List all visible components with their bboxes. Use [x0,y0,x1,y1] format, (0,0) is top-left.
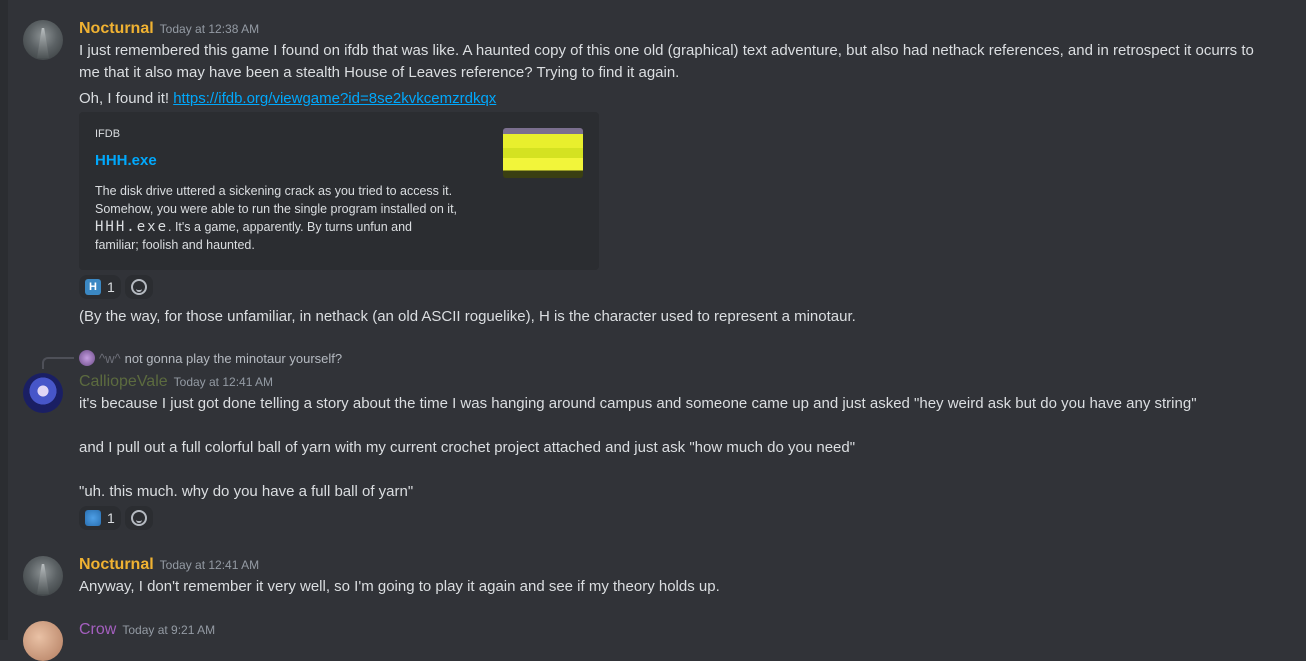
add-reaction-button[interactable] [124,275,153,299]
timestamp: Today at 12:41 AM [173,375,274,389]
timestamp: Today at 12:41 AM [159,558,260,572]
embed-title[interactable]: HHH.exe [95,152,157,169]
avatar[interactable] [23,556,63,596]
reply-text: not gonna play the minotaur yourself? [124,350,343,366]
timestamp: Today at 9:21 AM [122,623,216,637]
reply-avatar [79,350,95,366]
timestamp: Today at 12:38 AM [159,22,260,36]
message-header: Nocturnal Today at 12:41 AM [79,556,259,574]
username[interactable]: Nocturnal [79,20,154,37]
embed-provider[interactable]: IFDB [95,128,120,140]
message-line: (By the way, for those unfamiliar, in ne… [79,308,856,325]
avatar[interactable] [23,621,63,661]
embed-desc-line: familiar; foolish and haunted. [95,238,255,252]
reaction-yarn[interactable]: 1 [79,506,121,530]
message-line: I just remembered this game I found on i… [79,42,1254,59]
embed-desc-line: . It's a game, apparently. By turns unfu… [168,220,412,234]
embed-desc-line: Somehow, you were able to run the single… [95,202,458,216]
link-embed: IFDB HHH.exe The disk drive uttered a si… [79,112,599,270]
reactions-bar: H 1 [79,275,153,299]
message-line: Anyway, I don't remember it very well, s… [79,578,720,595]
reply-author[interactable]: ^w^ [99,351,121,366]
smiley-icon [130,279,147,295]
reaction-count: 1 [107,279,115,295]
ifdb-link[interactable]: https://ifdb.org/viewgame?id=8se2kvkcemz… [173,90,496,107]
username[interactable]: Crow [79,621,116,638]
embed-description: The disk drive uttered a sickening crack… [95,182,495,254]
letter-h-emoji-icon: H [85,279,101,295]
message-header: CalliopeVale Today at 12:41 AM [79,373,273,391]
message-header: Nocturnal Today at 12:38 AM [79,20,259,38]
avatar[interactable] [23,373,63,413]
reaction-h[interactable]: H 1 [79,275,121,299]
message-line: "uh. this much. why do you have a full b… [79,483,414,500]
smiley-icon [130,510,147,526]
yarn-emoji-icon [85,510,101,526]
reply-connector [42,357,74,369]
message-followup: Oh, I found it! https://ifdb.org/viewgam… [79,88,496,110]
message-line: me that it also may have been a stealth … [79,64,680,81]
followup-text: Oh, I found it! [79,90,174,107]
message-line: it's because I just got done telling a s… [79,395,1197,412]
embed-desc-line: The disk drive uttered a sickening crack… [95,184,453,198]
embed-thumbnail[interactable] [503,128,583,178]
message-header: Crow Today at 9:21 AM [79,621,215,639]
add-reaction-button[interactable] [124,506,153,530]
reaction-count: 1 [107,510,115,526]
avatar[interactable] [23,20,63,60]
username[interactable]: CalliopeVale [79,373,168,390]
username[interactable]: Nocturnal [79,556,154,573]
message-line: and I pull out a full colorful ball of y… [79,439,856,456]
left-edge-bar [0,0,8,640]
reactions-bar: 1 [79,506,153,530]
embed-desc-code: HHH.exe [95,219,169,235]
reply-preview[interactable]: ^w^ not gonna play the minotaur yourself… [79,350,342,366]
